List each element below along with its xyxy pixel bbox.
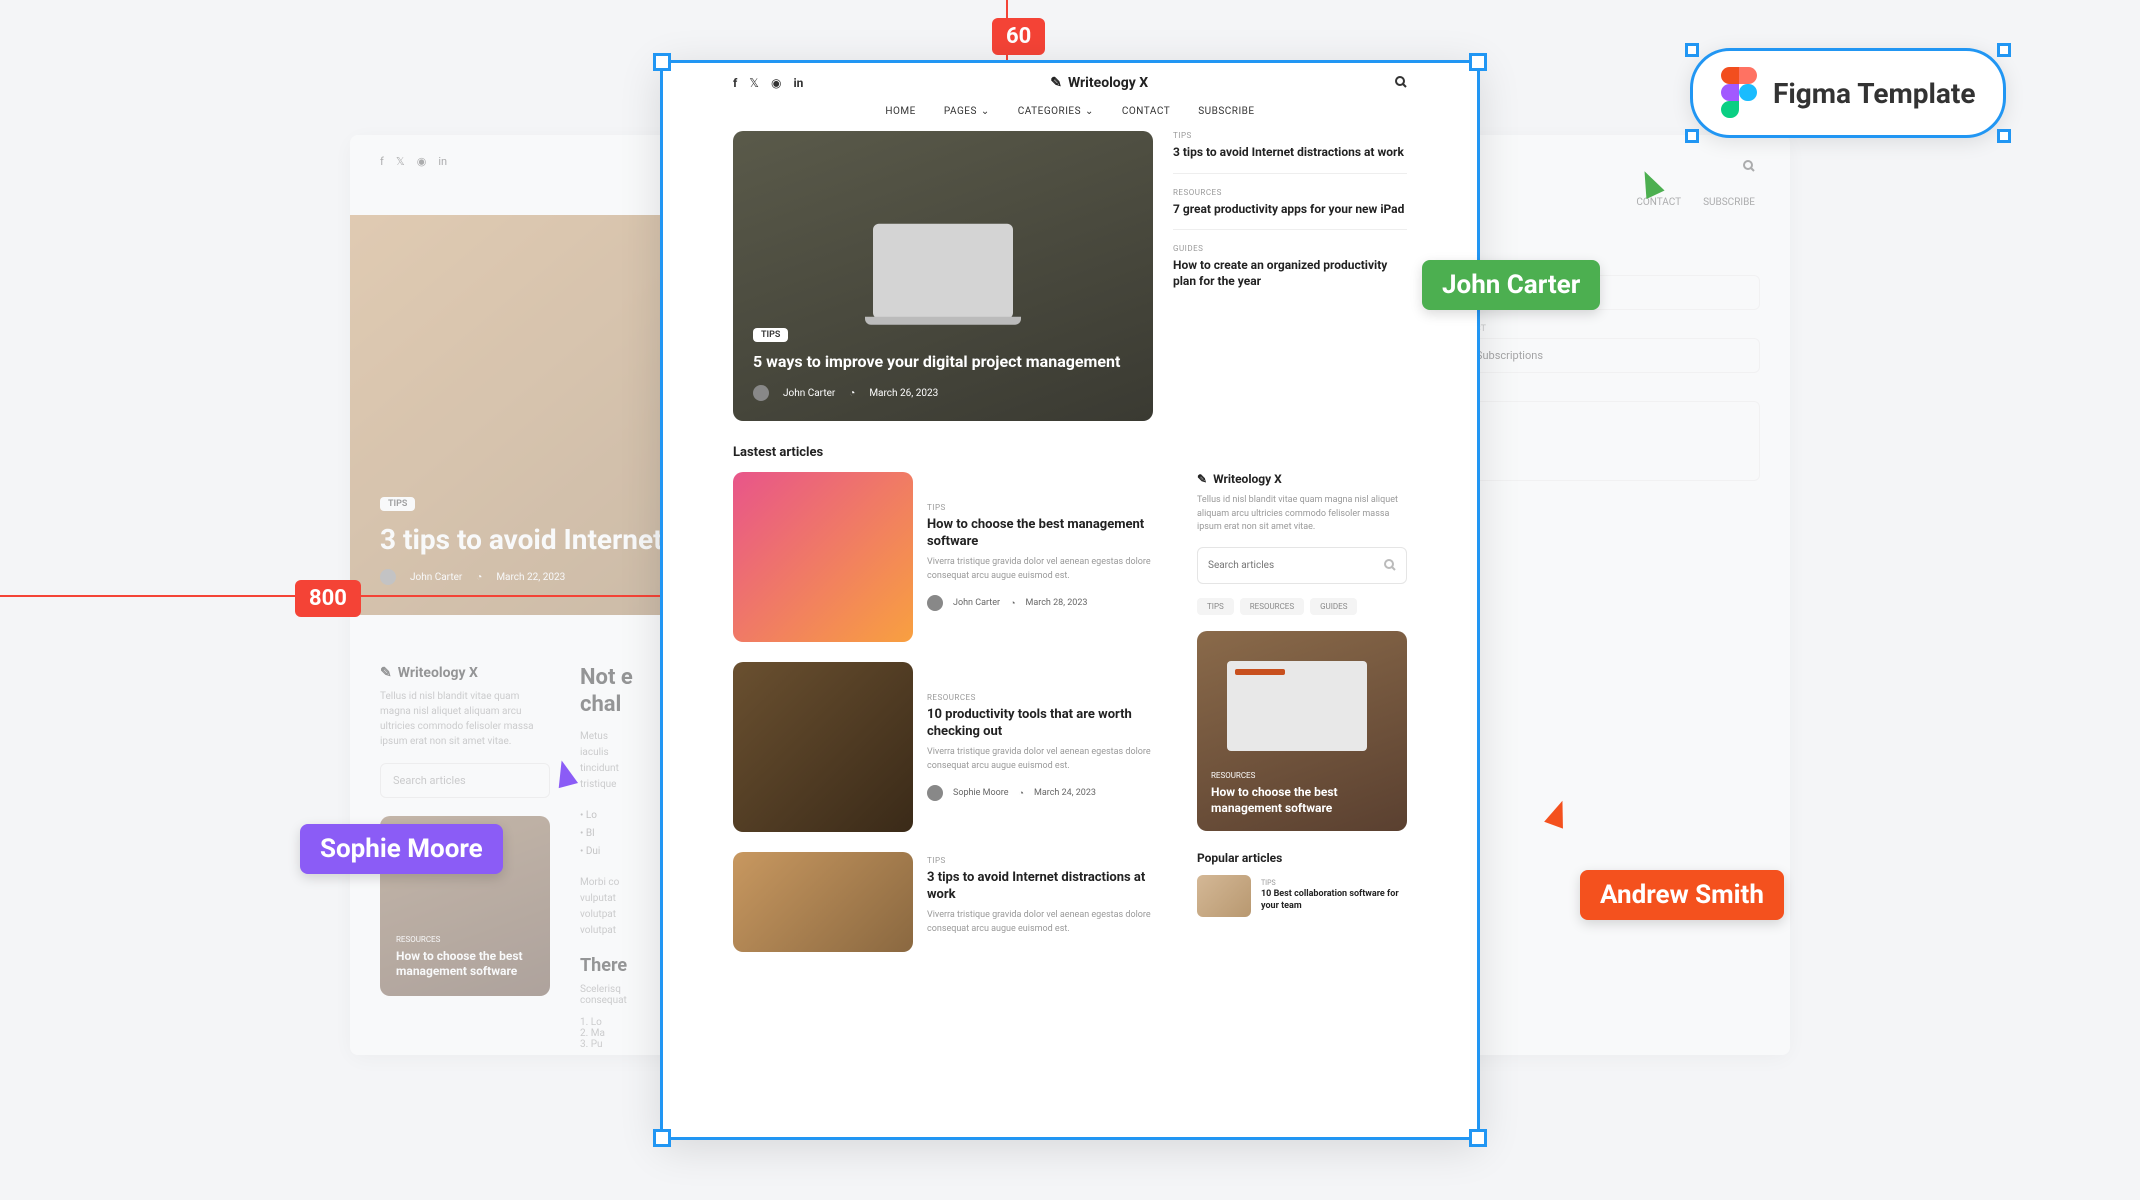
hero-date: March 26, 2023 <box>869 388 938 399</box>
collaborator-label-sophie: Sophie Moore <box>300 824 503 874</box>
hero-side-list: TIPS 3 tips to avoid Internet distractio… <box>1173 131 1407 421</box>
calendar-icon: ◔ <box>476 572 482 583</box>
search-input[interactable] <box>1208 560 1384 571</box>
resize-handle-tl[interactable] <box>1685 43 1699 57</box>
author-name: John Carter <box>410 572 462 583</box>
sidebar-logo: ✎Writeology X <box>380 665 550 681</box>
linkedin-icon: in <box>438 155 447 168</box>
figma-logo-icon <box>1721 67 1757 119</box>
featured-title: How to choose the best management softwa… <box>396 949 534 980</box>
twitter-icon: 𝕏 <box>396 155 405 168</box>
collaborator-label-john: John Carter <box>1422 260 1600 310</box>
resize-handle-tr[interactable] <box>1469 53 1487 71</box>
linkedin-icon[interactable]: in <box>793 76 803 90</box>
pinterest-icon: ◉ <box>417 155 427 168</box>
nav-home[interactable]: HOME <box>885 106 915 117</box>
sidebar-logo[interactable]: ✎Writeology X <box>1197 472 1407 486</box>
sidebar: ✎Writeology X Tellus id nisl blandit vit… <box>1197 472 1407 952</box>
featured-title: How to choose the best management softwa… <box>1211 785 1393 816</box>
search-field[interactable] <box>1197 547 1407 584</box>
tag[interactable]: TIPS <box>1197 598 1234 615</box>
article-thumb <box>733 472 913 642</box>
feather-icon: ✎ <box>1050 75 1062 91</box>
hero-title: 5 ways to improve your digital project m… <box>753 352 1133 373</box>
search-input: Search articles <box>380 763 550 798</box>
resize-handle-tl[interactable] <box>653 53 671 71</box>
popular-heading: Popular articles <box>1197 851 1407 865</box>
chevron-down-icon: ⌄ <box>981 106 990 117</box>
facebook-icon[interactable]: f <box>733 76 737 90</box>
resize-handle-bl[interactable] <box>1685 129 1699 143</box>
featured-card[interactable]: RESOURCES How to choose the best managem… <box>1197 631 1407 831</box>
avatar <box>380 569 396 585</box>
side-item[interactable]: RESOURCES 7 great productivity apps for … <box>1173 188 1407 231</box>
featured-cat: RESOURCES <box>396 935 534 944</box>
sidebar-desc: Tellus id nisl blandit vitae quam magna … <box>380 689 550 749</box>
article-row[interactable]: TIPS How to choose the best management s… <box>733 472 1169 642</box>
sidebar-desc: Tellus id nisl blandit vitae quam magna … <box>1197 494 1407 535</box>
latest-heading: Lastest articles <box>663 421 893 472</box>
article-thumb <box>733 662 913 832</box>
avatar <box>927 595 943 611</box>
article-row[interactable]: TIPS 3 tips to avoid Internet distractio… <box>733 852 1169 952</box>
featured-cat: RESOURCES <box>1211 771 1393 780</box>
article-meta: Sophie Moore ◔ March 24, 2023 <box>927 785 1169 801</box>
search-icon <box>1743 157 1755 176</box>
subject-input: ex. Subscriptions <box>1448 338 1760 373</box>
tag-list: TIPS RESOURCES GUIDES <box>1197 598 1407 615</box>
collaborator-label-andrew: Andrew Smith <box>1580 870 1784 920</box>
instagram-icon[interactable]: ◉ <box>771 76 781 90</box>
side-item[interactable]: GUIDES How to create an organized produc… <box>1173 244 1407 301</box>
side-item[interactable]: TIPS 3 tips to avoid Internet distractio… <box>1173 131 1407 174</box>
calendar-icon: ◔ <box>849 388 855 399</box>
resize-handle-br[interactable] <box>1997 129 2011 143</box>
measurement-badge-top: 60 <box>992 18 1045 55</box>
figma-label: Figma Template <box>1773 77 1975 110</box>
nav-pages[interactable]: PAGES ⌄ <box>944 106 990 117</box>
resize-handle-tr[interactable] <box>1997 43 2011 57</box>
avatar <box>753 385 769 401</box>
hero-tag: TIPS <box>753 328 788 342</box>
nav-contact[interactable]: CONTACT <box>1122 106 1170 117</box>
twitter-icon[interactable]: 𝕏 <box>749 76 759 90</box>
hero-article[interactable]: TIPS 5 ways to improve your digital proj… <box>733 131 1153 421</box>
category-pill: TIPS <box>380 497 415 511</box>
search-icon[interactable] <box>1395 73 1407 92</box>
social-icons: f 𝕏 ◉ in <box>733 76 803 90</box>
popular-item[interactable]: TIPS 10 Best collaboration software for … <box>1197 875 1407 917</box>
bg-right-nav: CONTACTSUBSCRIBE <box>1636 197 1755 208</box>
chevron-down-icon: ⌄ <box>1085 106 1094 117</box>
social-icons: f 𝕏 ◉ in <box>380 155 447 168</box>
figma-template-badge[interactable]: Figma Template <box>1690 48 2006 138</box>
popular-thumb <box>1197 875 1251 917</box>
hero-date: March 22, 2023 <box>496 572 565 583</box>
tag[interactable]: RESOURCES <box>1240 598 1304 615</box>
subject-label: SUBJECT <box>1448 324 1760 334</box>
article-meta: John Carter ◔ March 28, 2023 <box>927 595 1169 611</box>
facebook-icon: f <box>380 155 384 168</box>
search-icon <box>1384 556 1396 575</box>
avatar <box>927 785 943 801</box>
screen-illustration <box>1227 661 1367 751</box>
main-frame[interactable]: f 𝕏 ◉ in ✎ Writeology X HOME PAGES ⌄ CAT… <box>660 60 1480 1140</box>
article-list: TIPS How to choose the best management s… <box>733 472 1169 952</box>
hero-author: John Carter <box>783 388 835 399</box>
feather-icon: ✎ <box>1197 472 1207 486</box>
calendar-icon: ◔ <box>1019 788 1024 799</box>
nav-subscribe[interactable]: SUBSCRIBE <box>1198 106 1254 117</box>
tag[interactable]: GUIDES <box>1310 598 1357 615</box>
main-nav: HOME PAGES ⌄ CATEGORIES ⌄ CONTACT SUBSCR… <box>663 102 1477 131</box>
article-thumb <box>733 852 913 952</box>
resize-handle-br[interactable] <box>1469 1129 1487 1147</box>
nav-categories[interactable]: CATEGORIES ⌄ <box>1018 106 1094 117</box>
laptop-illustration <box>873 224 1013 319</box>
calendar-icon: ◔ <box>1010 598 1015 609</box>
article-row[interactable]: RESOURCES 10 productivity tools that are… <box>733 662 1169 832</box>
feather-icon: ✎ <box>380 665 392 681</box>
hero-meta: John Carter ◔ March 26, 2023 <box>753 385 1133 401</box>
resize-handle-bl[interactable] <box>653 1129 671 1147</box>
measurement-badge-left: 800 <box>295 580 361 617</box>
brand-logo[interactable]: ✎ Writeology X <box>1050 75 1148 91</box>
